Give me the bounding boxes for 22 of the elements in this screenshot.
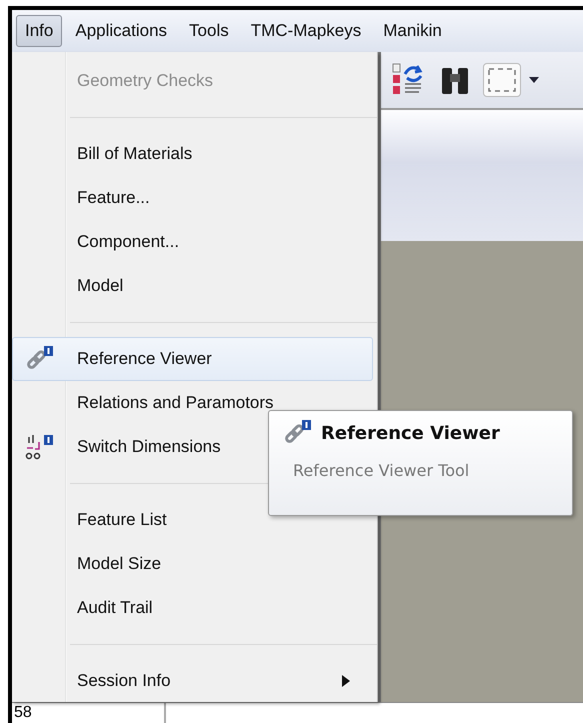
submenu-arrow-icon xyxy=(342,675,350,687)
marquee-icon xyxy=(487,67,517,93)
menu-item[interactable]: Feature List xyxy=(12,498,373,542)
tooltip-description: Reference Viewer Tool xyxy=(292,461,470,480)
menu-item[interactable]: Feature... xyxy=(12,176,373,220)
dropdown-caret-icon[interactable] xyxy=(529,77,539,83)
menu-title[interactable]: Applications xyxy=(66,15,176,47)
menu-item[interactable]: Model xyxy=(12,264,373,308)
selection-box-button[interactable] xyxy=(483,63,521,97)
tooltip-title: Reference Viewer xyxy=(321,422,500,444)
menu-item[interactable]: Reference Viewer xyxy=(12,337,373,381)
menu-title[interactable]: Info xyxy=(16,15,62,47)
dimensions-icon xyxy=(25,433,55,461)
menu-title[interactable]: TMC-Mapkeys xyxy=(242,15,370,47)
menu-item[interactable]: Audit Trail xyxy=(12,586,373,630)
menu-title[interactable]: Manikin xyxy=(374,15,451,47)
menu-item[interactable]: Component... xyxy=(12,220,373,264)
menu-title[interactable]: Tools xyxy=(180,15,238,47)
menu-item[interactable]: Relations and Paramotors xyxy=(12,381,373,425)
menu-item[interactable]: Session Info xyxy=(12,659,373,703)
menu-item[interactable]: Bill of Materials xyxy=(12,132,373,176)
menu-item[interactable]: Model Size xyxy=(12,542,373,586)
